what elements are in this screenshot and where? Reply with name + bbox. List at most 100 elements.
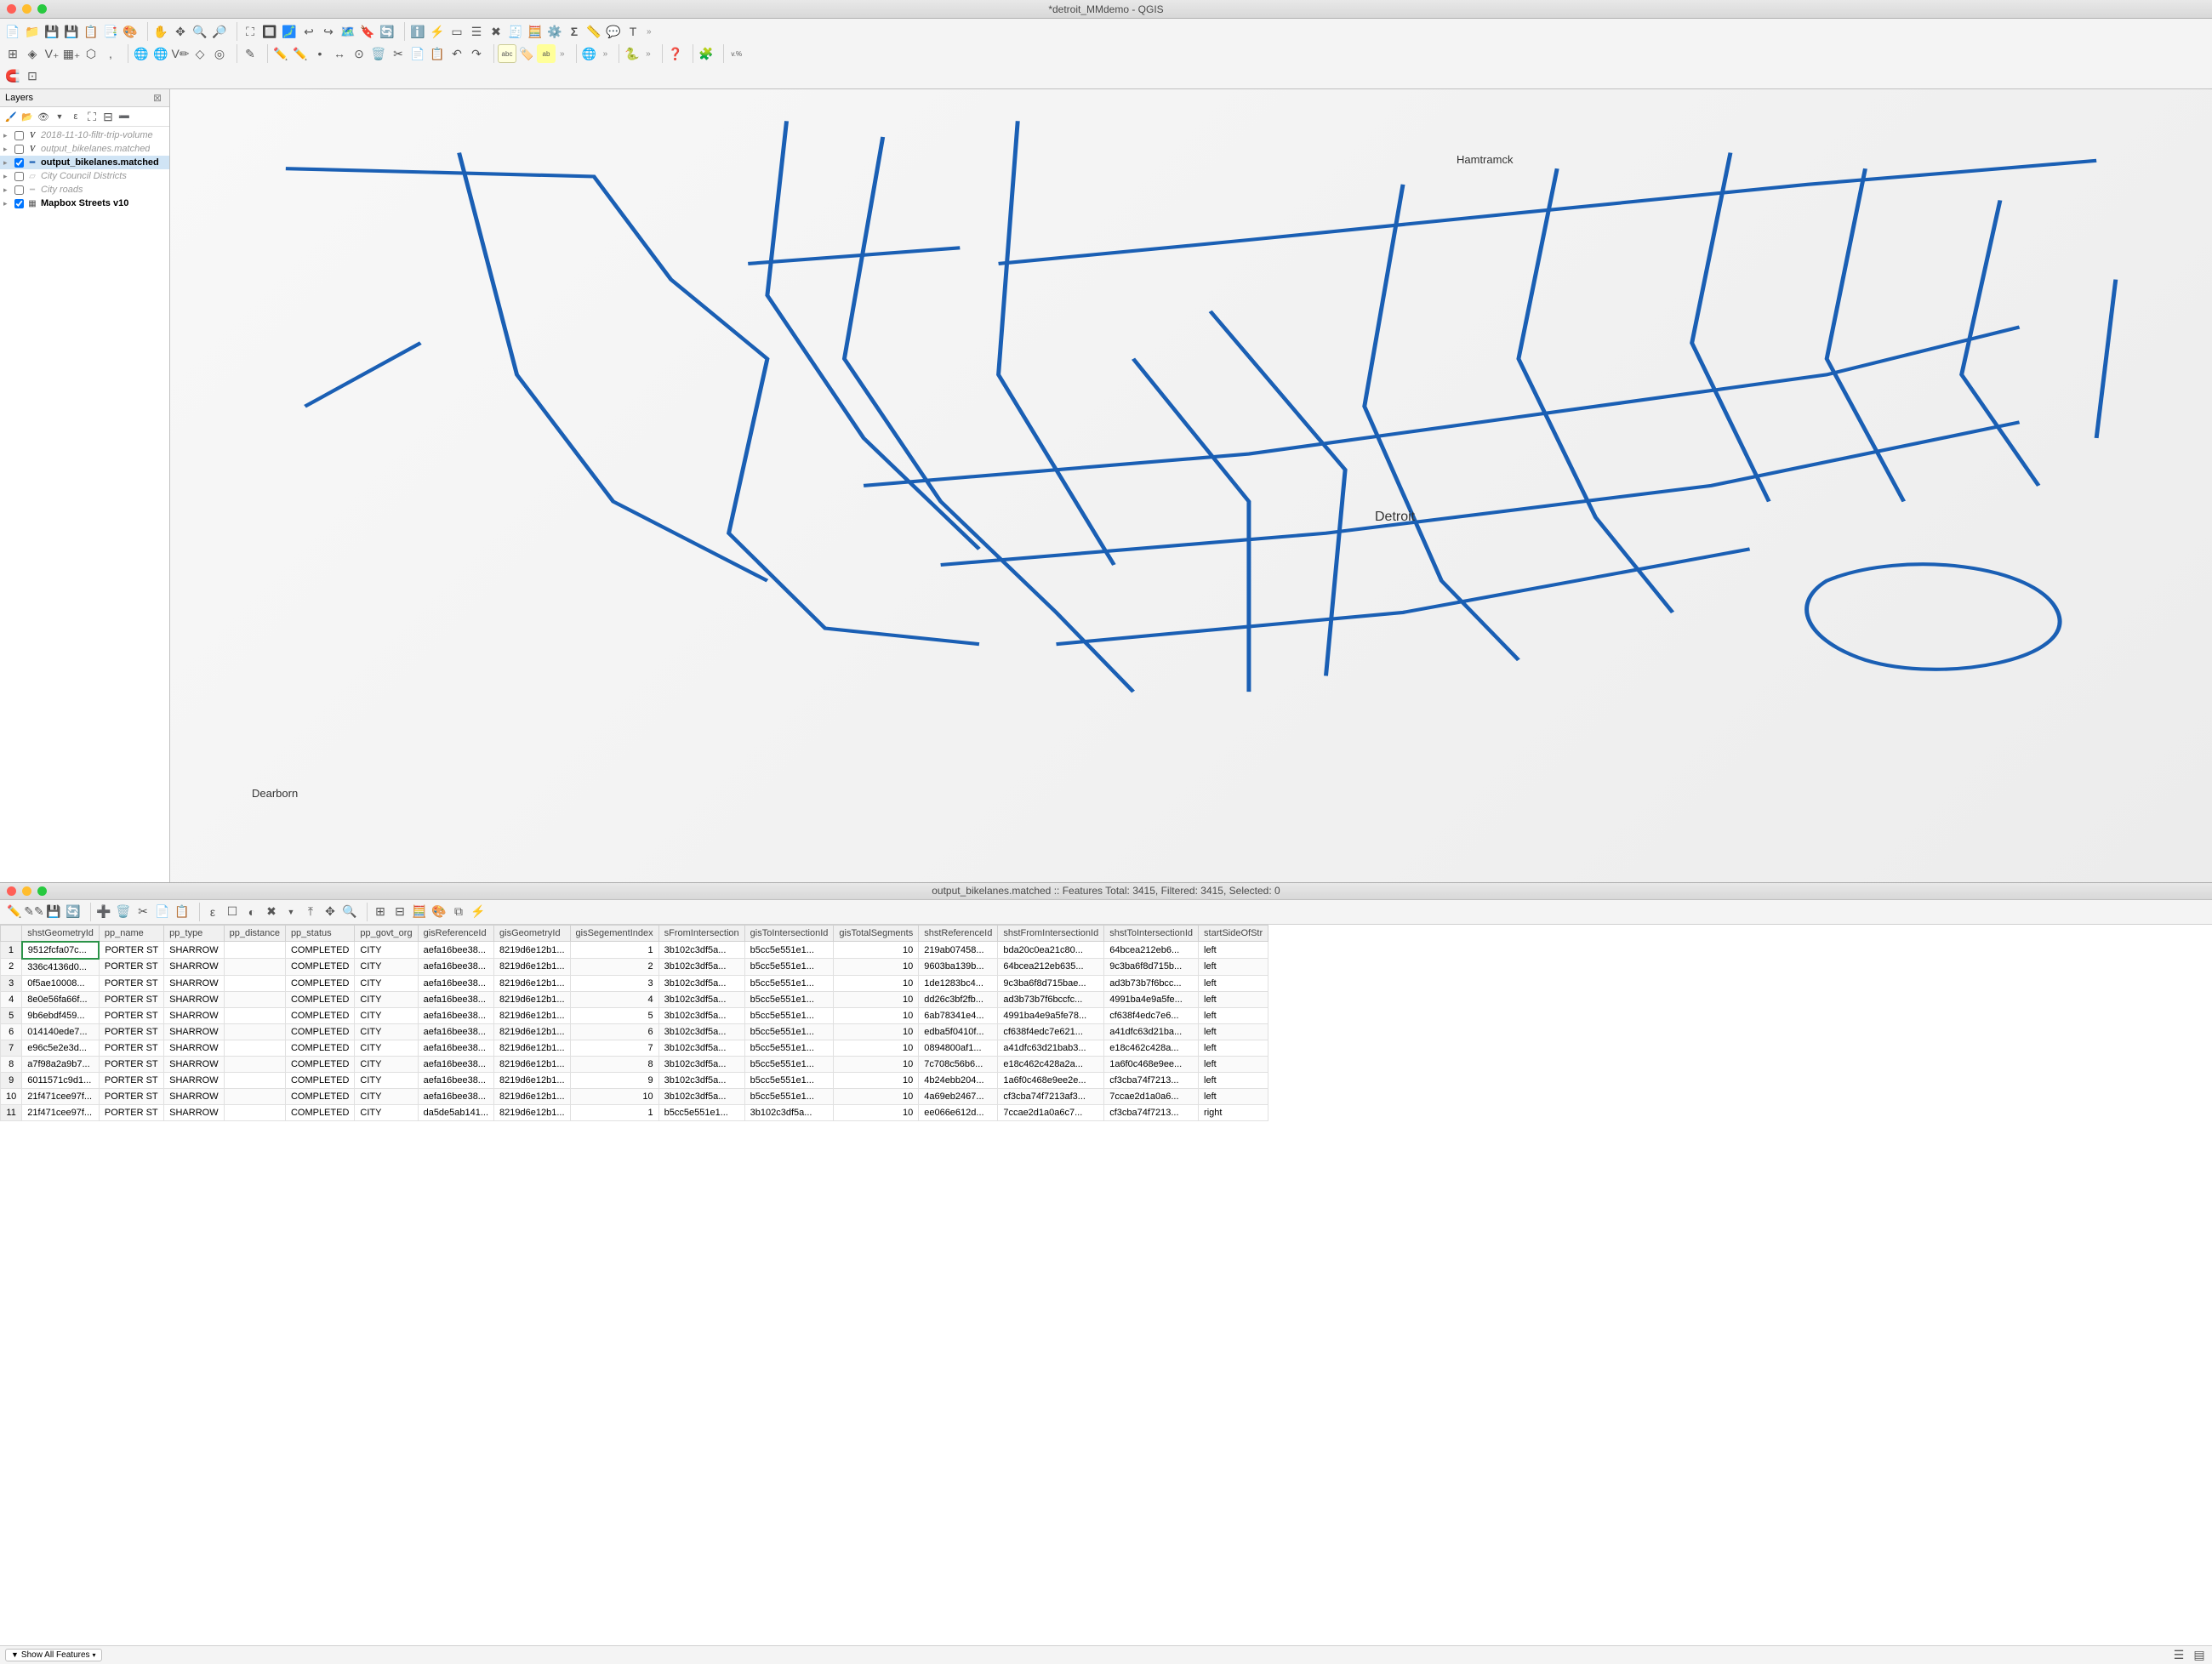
cell[interactable]: PORTER ST [99,1007,163,1023]
node-tool-button[interactable]: ⊙ [350,44,368,63]
cell[interactable]: b5cc5e551e1... [744,959,834,976]
cell[interactable]: 9603ba139b... [919,959,998,976]
cell[interactable]: right [1199,1104,1268,1120]
cell[interactable]: aefa16bee38... [418,942,493,959]
attr-delete-button[interactable] [114,903,133,921]
new-virtual-button[interactable]: ◎ [210,44,229,63]
cell[interactable]: edba5f0410f... [919,1023,998,1040]
add-delimited-button[interactable]: , [101,44,120,63]
cell[interactable]: e96c5e2e3d... [22,1040,100,1056]
attr-select-all-button[interactable]: ☐ [223,903,242,921]
cell[interactable]: left [1199,1072,1268,1088]
layer-expand-button[interactable] [84,109,100,124]
attr-copy-button[interactable]: 📄 [153,903,172,921]
cell[interactable]: 8219d6e12b1... [494,1072,570,1088]
cell[interactable]: 10 [834,1056,919,1072]
cell[interactable]: aefa16bee38... [418,1056,493,1072]
layer-remove-button[interactable]: ➖ [117,109,132,124]
cell[interactable]: b5cc5e551e1... [744,1088,834,1104]
cell[interactable]: 10 [834,1104,919,1120]
layer-item-2[interactable]: ▸ output_bikelanes.matched [0,156,169,169]
cell[interactable] [224,1072,285,1088]
zoom-next-button[interactable]: ↪ [319,22,338,41]
layer-item-3[interactable]: ▸ City Council Districts [0,169,169,183]
cell[interactable]: e18c462c428a2a... [998,1056,1104,1072]
bookmark-button[interactable]: 🔖 [358,22,377,41]
expand-icon[interactable]: ▸ [3,145,12,154]
cell[interactable]: 1 [570,1104,658,1120]
cell[interactable]: PORTER ST [99,1056,163,1072]
cell[interactable]: a7f98a2a9b7... [22,1056,100,1072]
cell[interactable]: 10 [834,1007,919,1023]
save-edits-button[interactable] [291,44,310,63]
column-header[interactable]: pp_status [285,925,354,942]
cell[interactable]: COMPLETED [285,1088,354,1104]
new-geopackage-button[interactable]: ◈ [23,44,42,63]
expand-icon[interactable]: ▸ [3,172,12,181]
cell[interactable]: 21f471cee97f... [22,1088,100,1104]
add-mesh-button[interactable]: ⬡ [82,44,100,63]
cell[interactable] [224,1040,285,1056]
cell[interactable]: aefa16bee38... [418,959,493,976]
cell[interactable]: CITY [355,1040,418,1056]
cell[interactable]: 3b102c3df5a... [658,1072,744,1088]
cell[interactable]: left [1199,942,1268,959]
column-header[interactable]: gisReferenceId [418,925,493,942]
cell[interactable]: ad3b73b7f6bccfc... [998,991,1104,1007]
cell[interactable]: PORTER ST [99,1040,163,1056]
form-view-button[interactable]: ▤ [2192,1648,2207,1663]
column-header[interactable]: sFromIntersection [658,925,744,942]
close-window-button[interactable] [7,4,16,14]
metasearch-button[interactable] [580,44,599,63]
cell[interactable]: COMPLETED [285,942,354,959]
toolbar-overflow-2[interactable]: » [556,49,568,59]
attr-cut-button[interactable]: ✂ [134,903,152,921]
attr-multi-edit-button[interactable]: ✎✎ [25,903,43,921]
attr-select-expression-button[interactable]: ε [203,903,222,921]
layer-item-5[interactable]: ▸ Mapbox Streets v10 [0,197,169,210]
column-header[interactable]: shstGeometryId [22,925,100,942]
cell[interactable]: cf638f4edc7e621... [998,1023,1104,1040]
copy-button[interactable]: 📄 [408,44,427,63]
maximize-window-button[interactable] [37,4,47,14]
cell[interactable]: left [1199,959,1268,976]
cell[interactable]: PORTER ST [99,959,163,976]
attr-add-feature-button[interactable]: ➕ [94,903,113,921]
attr-invert-selection-button[interactable]: ◐ [242,903,261,921]
cell[interactable]: 0894800af1... [919,1040,998,1056]
toggle-editing-button[interactable]: ✎ [241,44,259,63]
cell[interactable]: 9c3ba6f8d715bae... [998,975,1104,991]
label-highlight-button[interactable]: ab [537,44,556,63]
new-print-layout-button[interactable]: 📋 [82,22,100,41]
cell[interactable]: COMPLETED [285,959,354,976]
cell[interactable]: SHARROW [164,975,224,991]
cell[interactable]: aefa16bee38... [418,1088,493,1104]
new-map-view-button[interactable]: 🗺️ [339,22,357,41]
cell[interactable]: 64bcea212eb635... [998,959,1104,976]
cell[interactable]: aefa16bee38... [418,1072,493,1088]
row-number[interactable]: 7 [1,1040,22,1056]
layer-style-button[interactable]: 🖌️ [3,109,19,124]
label-rule-button[interactable]: 🏷️ [517,44,536,63]
zoom-layer-button[interactable]: 🗾 [280,22,299,41]
column-header[interactable]: pp_govt_org [355,925,418,942]
attr-move-top-button[interactable]: ⤒ [301,903,320,921]
redo-button[interactable] [467,44,486,63]
cell[interactable]: 10 [834,1023,919,1040]
row-number[interactable]: 2 [1,959,22,976]
add-wfs-button[interactable] [151,44,170,63]
cell[interactable]: 8219d6e12b1... [494,959,570,976]
layout-manager-button[interactable]: 📑 [101,22,120,41]
cell[interactable] [224,975,285,991]
cell[interactable]: aefa16bee38... [418,1023,493,1040]
cell[interactable]: CITY [355,1056,418,1072]
minimize-window-button[interactable] [22,4,31,14]
cell[interactable]: SHARROW [164,942,224,959]
cell[interactable]: left [1199,1007,1268,1023]
action-button[interactable]: ⚡ [428,22,447,41]
zoom-last-button[interactable]: ↩ [299,22,318,41]
help-button[interactable] [666,44,685,63]
attribute-table-button[interactable]: 🧾 [506,22,525,41]
refresh-button[interactable] [378,22,396,41]
toolbar-overflow-3[interactable]: » [600,49,612,59]
